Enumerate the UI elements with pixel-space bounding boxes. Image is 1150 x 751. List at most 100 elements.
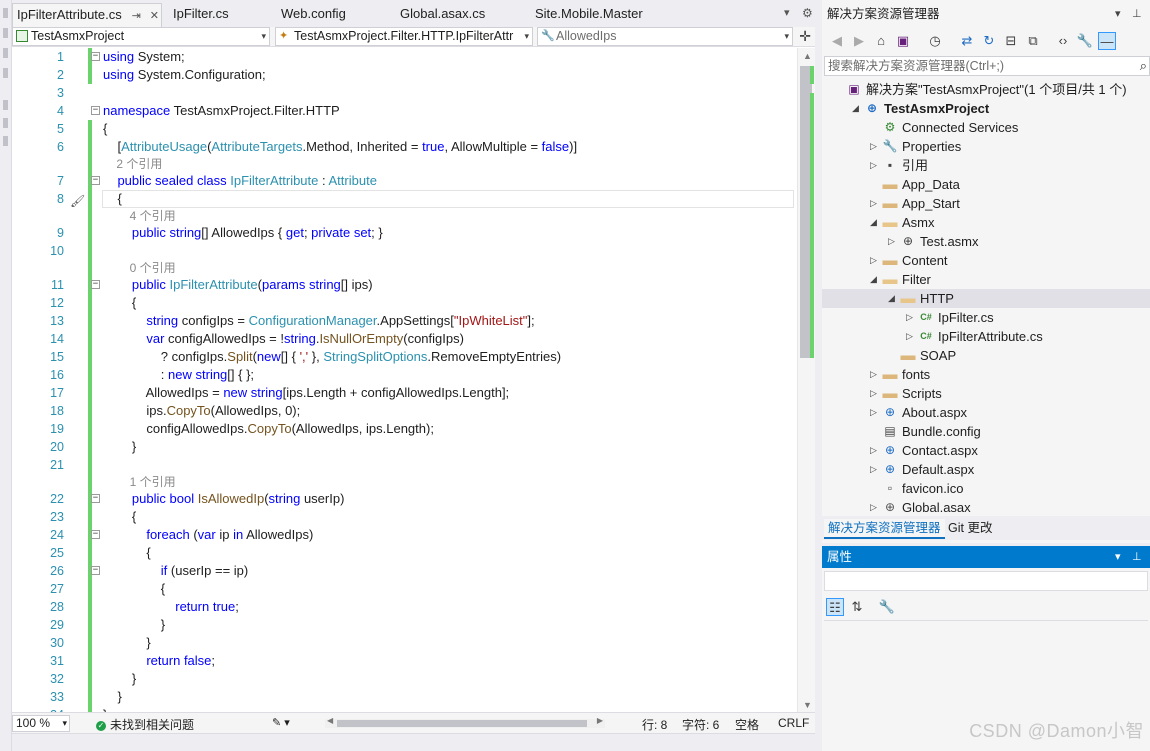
tree-node[interactable]: ▷ ⊕ About.aspx [822,403,1150,422]
collapsed-arrow-icon[interactable]: ▷ [870,251,877,270]
project-dropdown[interactable]: TestAsmxProject ▾ [12,27,270,46]
tab-overflow-icon[interactable]: ▾ [784,6,790,19]
tab-global-asax-cs[interactable]: Global.asax.cs [396,3,485,27]
code-line[interactable]: 12 { [12,294,797,312]
line-indicator[interactable]: 行: 8 [642,716,667,733]
reference-count[interactable]: 2 个引用 [103,156,162,172]
tree-node[interactable]: ▤ Bundle.config [822,422,1150,441]
collapse-icon[interactable]: − [91,280,100,289]
issues-indicator[interactable]: ✓ 未找到相关问题 [96,716,194,733]
left-toolbox-strip[interactable] [0,0,12,751]
code-lens-line[interactable]: 1 个引用 [12,474,797,490]
gear-icon[interactable]: ⚙ [802,6,813,20]
code-line[interactable]: 8 🖌 { [12,190,797,208]
tree-node[interactable]: ▷ ▬ App_Start [822,194,1150,213]
collapsed-arrow-icon[interactable]: ▷ [870,441,877,460]
code-line[interactable]: 19 configAllowedIps.CopyTo(AllowedIps, i… [12,420,797,438]
collapsed-arrow-icon[interactable]: ▷ [870,403,877,422]
line-ending-indicator[interactable]: CRLF [778,716,809,730]
tree-node[interactable]: ▷ C# IpFilterAttribute.cs [822,327,1150,346]
tree-node[interactable]: ▷ 🔧 Properties [822,137,1150,156]
sync-icon[interactable]: ⇄ [958,32,976,50]
tree-node[interactable]: ▷ ⊕ Default.aspx [822,460,1150,479]
code-line[interactable]: 16 : new string[] { }; [12,366,797,384]
close-icon[interactable]: ✕ [147,5,161,27]
alphabetical-icon[interactable]: ⇅ [848,598,866,616]
code-line[interactable]: 29 } [12,616,797,634]
refresh-icon[interactable]: ↻ [980,32,998,50]
code-line[interactable]: 9 public string[] AllowedIps { get; priv… [12,224,797,242]
code-line[interactable]: 31 return false; [12,652,797,670]
collapsed-arrow-icon[interactable]: ▷ [870,156,877,175]
forward-icon[interactable]: ▶ [850,32,868,50]
split-window-icon[interactable]: ✛ [799,28,811,45]
collapsed-arrow-icon[interactable]: ▷ [870,498,877,516]
categorized-icon[interactable]: ☷ [826,598,844,616]
collapse-icon[interactable]: − [91,530,100,539]
expanded-arrow-icon[interactable]: ◢ [852,99,859,118]
code-line[interactable]: 33 } [12,688,797,706]
tree-node[interactable]: ▣ 解决方案"TestAsmxProject"(1 个项目/共 1 个) [822,80,1150,99]
switch-views-icon[interactable]: ▣ [894,32,912,50]
scroll-down-icon[interactable]: ▼ [803,700,812,710]
code-lens-line[interactable]: 4 个引用 [12,208,797,224]
code-line[interactable]: 18 ips.CopyTo(AllowedIps, 0); [12,402,797,420]
code-line[interactable]: 1 − using System; [12,48,797,66]
code-line[interactable]: 30 } [12,634,797,652]
view-code-icon[interactable]: ‹› [1054,32,1072,50]
collapsed-arrow-icon[interactable]: ▷ [870,460,877,479]
collapse-icon[interactable]: − [91,566,100,575]
code-line[interactable]: 24 − foreach (var ip in AllowedIps) [12,526,797,544]
tab-ipfilter-cs[interactable]: IpFilter.cs [169,3,229,27]
tree-node[interactable]: ◢ ⊕ TestAsmxProject [822,99,1150,118]
code-line[interactable]: 20 } [12,438,797,456]
home-icon[interactable]: ⌂ [872,32,890,50]
tree-node[interactable]: ▷ C# IpFilter.cs [822,308,1150,327]
horizontal-scrollbar[interactable]: ◀ ▶ [325,716,605,728]
collapse-icon[interactable]: − [91,494,100,503]
property-pages-wrench-icon[interactable]: 🔧 [878,598,896,616]
code-line[interactable]: 21 [12,456,797,474]
tree-node[interactable]: ◢ ▬ Filter [822,270,1150,289]
vertical-scrollbar[interactable]: ▲ ▼ [797,48,815,712]
code-line[interactable]: 15 ? configIps.Split(new[] { ',' }, Stri… [12,348,797,366]
tree-node[interactable]: ▷ ▪ 引用 [822,156,1150,175]
whitespace-indicator[interactable]: 空格 [735,716,759,733]
expanded-arrow-icon[interactable]: ◢ [870,213,877,232]
scroll-right-icon[interactable]: ▶ [597,716,603,725]
hscroll-thumb[interactable] [337,720,587,727]
solution-search-input[interactable]: 搜索解决方案资源管理器(Ctrl+;) ⌕ [824,56,1150,76]
code-line[interactable]: 7 − public sealed class IpFilterAttribute… [12,172,797,190]
pin-icon[interactable]: ⊥ [1132,3,1142,25]
code-lens-line[interactable]: 2 个引用 [12,156,797,172]
tree-node[interactable]: ◢ ▬ Asmx [822,213,1150,232]
collapse-all-icon[interactable]: ⊟ [1002,32,1020,50]
tree-node[interactable]: ⚙ Connected Services [822,118,1150,137]
code-line[interactable]: 10 [12,242,797,260]
chevron-down-icon[interactable]: ▾ [1115,546,1121,568]
tree-node[interactable]: ▷ ⊕ Contact.aspx [822,441,1150,460]
collapse-icon[interactable]: − [91,106,100,115]
back-icon[interactable]: ◀ [828,32,846,50]
pin-icon[interactable]: ⇥ [129,5,143,27]
collapsed-arrow-icon[interactable]: ▷ [906,327,913,346]
chevron-down-icon[interactable]: ▾ [1115,3,1121,25]
tree-node[interactable]: ◢ ▬ HTTP [822,289,1150,308]
collapsed-arrow-icon[interactable]: ▷ [870,137,877,156]
code-line[interactable]: 26 − if (userIp == ip) [12,562,797,580]
char-indicator[interactable]: 字符: 6 [682,716,719,733]
code-line[interactable]: 28 return true; [12,598,797,616]
collapse-icon[interactable]: − [91,52,100,61]
code-line[interactable]: 25 { [12,544,797,562]
zoom-dropdown[interactable]: 100 % ▾ [12,715,70,732]
code-line[interactable]: 3 [12,84,797,102]
reference-count[interactable]: 4 个引用 [103,208,176,224]
collapsed-arrow-icon[interactable]: ▷ [870,384,877,403]
tab-web-config[interactable]: Web.config [277,3,346,27]
pin-icon[interactable]: ⊥ [1132,546,1142,568]
reference-count[interactable]: 1 个引用 [103,474,176,490]
code-line[interactable]: 13 string configIps = ConfigurationManag… [12,312,797,330]
code-line[interactable]: 2 using System.Configuration; [12,66,797,84]
properties-wrench-icon[interactable]: 🔧 [1076,32,1094,50]
collapsed-arrow-icon[interactable]: ▷ [870,365,877,384]
